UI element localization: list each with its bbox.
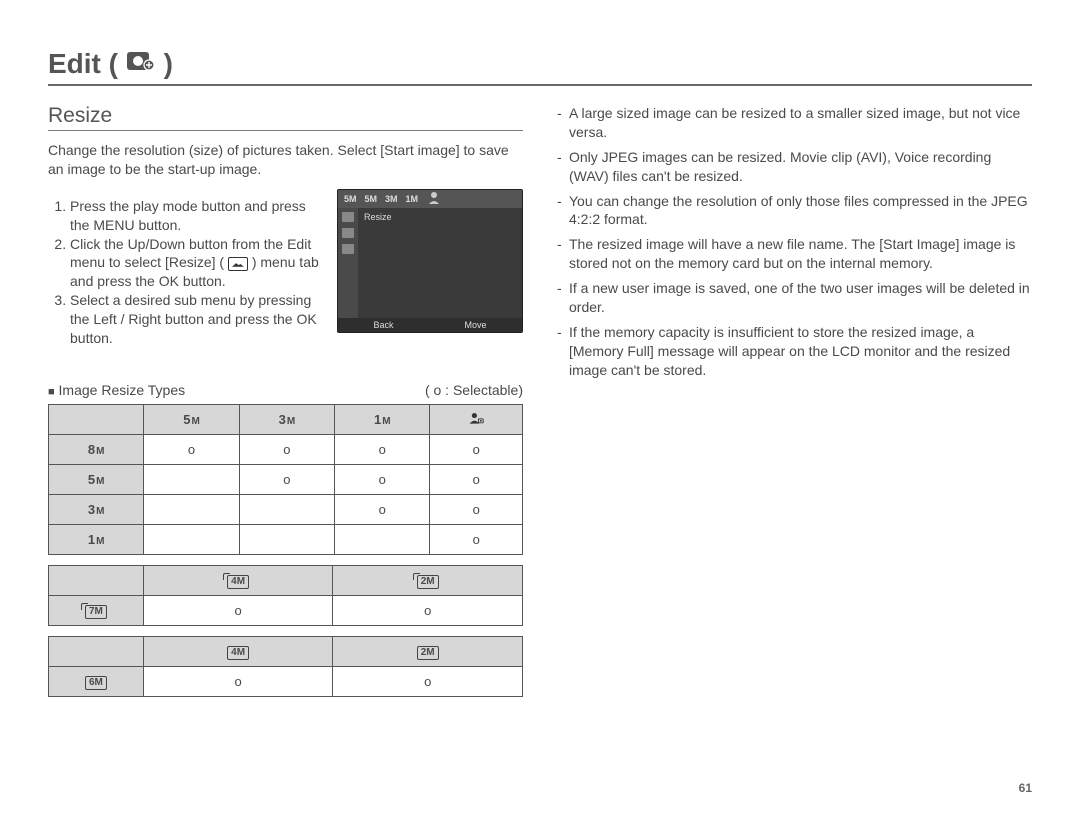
col-5m: 5M [144,404,239,434]
note-item: A large sized image can be resized to a … [557,104,1032,142]
row-8m: 8M [49,434,144,464]
resize-table-wide-2: 4M 2M 6M o o [48,636,523,697]
cell [335,524,430,554]
table-corner [49,565,144,595]
lcd-top-bar: 5M 5M 3M 1M [338,190,522,208]
col-2m-wide: 2M [333,565,523,595]
cell: o [430,464,523,494]
col-4m-wide2: 4M [143,636,333,666]
note-item: If the memory capacity is insufficient t… [557,323,1032,380]
page-title: Edit ( ) [48,48,173,80]
col-1m: 1M [335,404,430,434]
content-columns: Resize Change the resolution (size) of p… [48,104,1032,707]
page-number: 61 [1019,781,1032,795]
cell: o [335,494,430,524]
col-startimage [430,404,523,434]
cell: o [239,434,334,464]
lcd-top-5m: 5M [344,194,357,204]
cell [144,494,239,524]
step-3: Select a desired sub menu by pressing th… [70,291,323,348]
cell [144,524,239,554]
cell: o [335,464,430,494]
lcd-bottom-bar: Back Move [338,318,522,332]
cell: o [430,494,523,524]
cell: o [143,666,333,696]
lcd-back-label: Back [373,320,393,330]
resize-subhead: Resize [48,104,523,131]
note-item: The resized image will have a new file n… [557,235,1032,273]
paren-close: ) [164,48,173,79]
cell: o [430,524,523,554]
steps-and-figure: Press the play mode button and press the… [48,189,523,356]
resize-types-caption: ■ Image Resize Types ( o : Selectable) [48,382,523,398]
page-title-row: Edit ( ) [48,48,1032,86]
row-7m-wide: 7M [49,595,144,625]
cell: o [333,595,523,625]
steps-list: Press the play mode button and press the… [48,197,323,348]
table-corner [49,404,144,434]
cell [239,524,334,554]
note-item: If a new user image is saved, one of the… [557,279,1032,317]
edit-icon [126,48,156,72]
title-text: Edit [48,48,101,79]
left-column: Resize Change the resolution (size) of p… [48,104,523,707]
lcd-side-icon [342,244,354,254]
lcd-top-5m-2: 5M [365,194,378,204]
lcd-body: Resize [358,208,522,318]
resize-table-wide-1: 4M 2M 7M o o [48,565,523,626]
row-5m: 5M [49,464,144,494]
selectable-legend: ( o : Selectable) [425,382,523,398]
row-6m-wide2: 6M [49,666,144,696]
col-2m-wide2: 2M [333,636,523,666]
cell: o [333,666,523,696]
resize-icon [228,257,248,271]
cell: o [239,464,334,494]
cell [239,494,334,524]
lcd-move-label: Move [464,320,486,330]
lcd-side-icon [342,212,354,222]
table-corner [49,636,144,666]
resize-intro: Change the resolution (size) of pictures… [48,141,523,179]
manual-page: Edit ( ) Resize Change the resolution (s… [0,0,1080,707]
step-1: Press the play mode button and press the… [70,197,323,235]
cell [144,464,239,494]
cell: o [335,434,430,464]
step-2: Click the Up/Down button from the Edit m… [70,235,323,292]
lcd-top-1m: 1M [406,194,419,204]
cell: o [143,595,333,625]
cell: o [144,434,239,464]
types-label: ■ Image Resize Types [48,382,185,398]
row-3m: 3M [49,494,144,524]
lcd-top-3m: 3M [385,194,398,204]
paren-open: ( [109,48,118,79]
lcd-menu-label: Resize [364,212,516,222]
right-column: A large sized image can be resized to a … [557,104,1032,707]
col-4m-wide: 4M [143,565,333,595]
lcd-top-person-icon [428,191,444,207]
note-item: You can change the resolution of only th… [557,192,1032,230]
start-image-icon [468,413,484,428]
note-item: Only JPEG images can be resized. Movie c… [557,148,1032,186]
lcd-side-icon [342,228,354,238]
row-1m: 1M [49,524,144,554]
lcd-sidebar [338,208,358,318]
col-3m: 3M [239,404,334,434]
resize-table-standard: 5M 3M 1M 8M o o o o 5 [48,404,523,555]
notes-list: A large sized image can be resized to a … [557,104,1032,380]
lcd-preview: 5M 5M 3M 1M Resize [337,189,523,333]
cell: o [430,434,523,464]
